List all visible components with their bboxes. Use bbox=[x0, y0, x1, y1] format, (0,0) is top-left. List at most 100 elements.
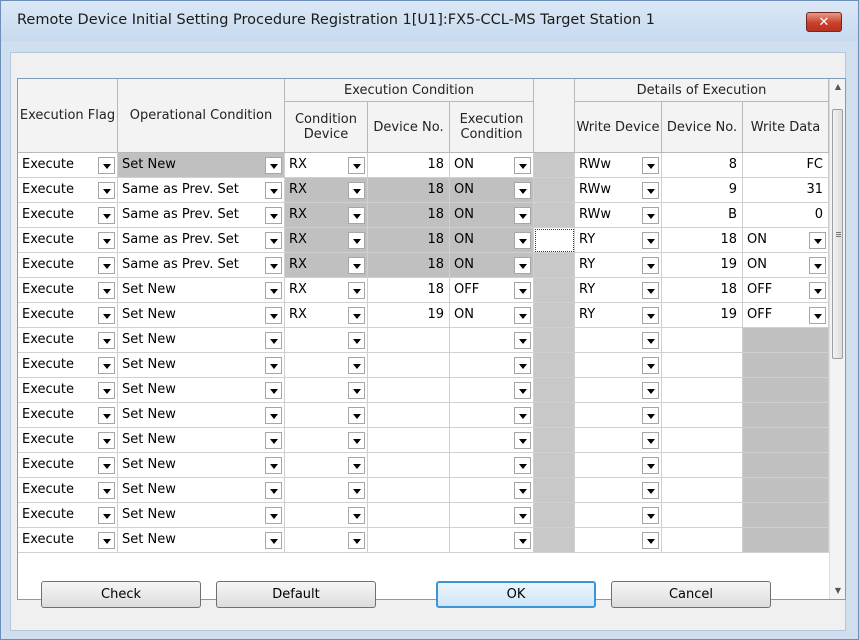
chevron-down-icon[interactable] bbox=[642, 307, 659, 324]
operational-condition-select[interactable]: Set New bbox=[118, 328, 285, 353]
chevron-down-icon[interactable] bbox=[642, 382, 659, 399]
scroll-down-icon[interactable]: ▼ bbox=[830, 583, 845, 599]
execution-condition-select[interactable]: ON bbox=[450, 228, 534, 253]
condition-device-select[interactable]: RX bbox=[285, 228, 368, 253]
separator-cell[interactable] bbox=[534, 303, 575, 328]
chevron-down-icon[interactable] bbox=[348, 282, 365, 299]
ok-button[interactable]: OK bbox=[436, 581, 596, 608]
chevron-down-icon[interactable] bbox=[348, 507, 365, 524]
chevron-down-icon[interactable] bbox=[642, 357, 659, 374]
write-data-cell[interactable] bbox=[743, 353, 829, 378]
chevron-down-icon[interactable] bbox=[98, 357, 115, 374]
write-device-select[interactable]: RY bbox=[575, 303, 662, 328]
execution-flag-select[interactable]: Execute bbox=[18, 278, 118, 303]
scroll-up-icon[interactable]: ▲ bbox=[830, 79, 845, 95]
write-data-cell[interactable]: ON bbox=[743, 253, 829, 278]
write-device-select[interactable]: RWw bbox=[575, 153, 662, 178]
write-device-select[interactable] bbox=[575, 378, 662, 403]
condition-device-select[interactable] bbox=[285, 453, 368, 478]
execution-condition-select[interactable]: ON bbox=[450, 203, 534, 228]
write-device-no-cell[interactable] bbox=[662, 353, 743, 378]
chevron-down-icon[interactable] bbox=[98, 257, 115, 274]
execution-flag-select[interactable]: Execute bbox=[18, 253, 118, 278]
write-device-select[interactable]: RY bbox=[575, 228, 662, 253]
chevron-down-icon[interactable] bbox=[348, 432, 365, 449]
execution-flag-select[interactable]: Execute bbox=[18, 328, 118, 353]
chevron-down-icon[interactable] bbox=[265, 432, 282, 449]
chevron-down-icon[interactable] bbox=[348, 357, 365, 374]
condition-device-select[interactable]: RX bbox=[285, 203, 368, 228]
execution-condition-select[interactable]: ON bbox=[450, 253, 534, 278]
operational-condition-select[interactable]: Same as Prev. Set bbox=[118, 228, 285, 253]
write-device-no-cell[interactable] bbox=[662, 528, 743, 553]
write-device-select[interactable] bbox=[575, 453, 662, 478]
chevron-down-icon[interactable] bbox=[642, 407, 659, 424]
separator-cell[interactable] bbox=[534, 453, 575, 478]
write-device-no-cell[interactable] bbox=[662, 503, 743, 528]
chevron-down-icon[interactable] bbox=[514, 157, 531, 174]
separator-cell[interactable] bbox=[534, 478, 575, 503]
condition-device-no-cell[interactable] bbox=[368, 353, 450, 378]
execution-condition-select[interactable] bbox=[450, 503, 534, 528]
separator-cell[interactable] bbox=[534, 253, 575, 278]
chevron-down-icon[interactable] bbox=[98, 382, 115, 399]
execution-condition-select[interactable] bbox=[450, 353, 534, 378]
write-data-cell[interactable]: 0 bbox=[743, 203, 829, 228]
chevron-down-icon[interactable] bbox=[265, 157, 282, 174]
operational-condition-select[interactable]: Set New bbox=[118, 503, 285, 528]
separator-cell[interactable] bbox=[534, 378, 575, 403]
write-data-cell[interactable] bbox=[743, 378, 829, 403]
write-device-select[interactable] bbox=[575, 403, 662, 428]
chevron-down-icon[interactable] bbox=[514, 232, 531, 249]
chevron-down-icon[interactable] bbox=[514, 307, 531, 324]
execution-flag-select[interactable]: Execute bbox=[18, 453, 118, 478]
chevron-down-icon[interactable] bbox=[348, 382, 365, 399]
write-device-no-cell[interactable]: B bbox=[662, 203, 743, 228]
write-data-cell[interactable] bbox=[743, 503, 829, 528]
execution-condition-select[interactable]: ON bbox=[450, 178, 534, 203]
condition-device-no-cell[interactable]: 18 bbox=[368, 178, 450, 203]
write-device-select[interactable] bbox=[575, 503, 662, 528]
chevron-down-icon[interactable] bbox=[265, 357, 282, 374]
operational-condition-select[interactable]: Set New bbox=[118, 528, 285, 553]
condition-device-no-cell[interactable]: 18 bbox=[368, 153, 450, 178]
write-data-cell[interactable] bbox=[743, 453, 829, 478]
write-data-cell[interactable]: OFF bbox=[743, 278, 829, 303]
chevron-down-icon[interactable] bbox=[265, 457, 282, 474]
execution-condition-select[interactable] bbox=[450, 378, 534, 403]
chevron-down-icon[interactable] bbox=[348, 157, 365, 174]
write-data-cell[interactable] bbox=[743, 328, 829, 353]
condition-device-no-cell[interactable]: 18 bbox=[368, 278, 450, 303]
write-device-no-cell[interactable] bbox=[662, 328, 743, 353]
condition-device-no-cell[interactable] bbox=[368, 328, 450, 353]
operational-condition-select[interactable]: Set New bbox=[118, 353, 285, 378]
chevron-down-icon[interactable] bbox=[265, 382, 282, 399]
chevron-down-icon[interactable] bbox=[642, 532, 659, 549]
chevron-down-icon[interactable] bbox=[98, 507, 115, 524]
execution-flag-select[interactable]: Execute bbox=[18, 203, 118, 228]
chevron-down-icon[interactable] bbox=[514, 457, 531, 474]
condition-device-select[interactable]: RX bbox=[285, 303, 368, 328]
chevron-down-icon[interactable] bbox=[514, 182, 531, 199]
execution-flag-select[interactable]: Execute bbox=[18, 303, 118, 328]
chevron-down-icon[interactable] bbox=[514, 482, 531, 499]
chevron-down-icon[interactable] bbox=[265, 232, 282, 249]
condition-device-no-cell[interactable]: 18 bbox=[368, 228, 450, 253]
execution-condition-select[interactable] bbox=[450, 453, 534, 478]
chevron-down-icon[interactable] bbox=[348, 207, 365, 224]
chevron-down-icon[interactable] bbox=[642, 257, 659, 274]
chevron-down-icon[interactable] bbox=[265, 507, 282, 524]
execution-flag-select[interactable]: Execute bbox=[18, 528, 118, 553]
scroll-thumb[interactable] bbox=[832, 109, 843, 359]
check-button[interactable]: Check bbox=[41, 581, 201, 608]
execution-condition-select[interactable] bbox=[450, 403, 534, 428]
condition-device-select[interactable] bbox=[285, 478, 368, 503]
execution-condition-select[interactable] bbox=[450, 478, 534, 503]
execution-condition-select[interactable] bbox=[450, 428, 534, 453]
operational-condition-select[interactable]: Set New bbox=[118, 453, 285, 478]
chevron-down-icon[interactable] bbox=[265, 257, 282, 274]
chevron-down-icon[interactable] bbox=[348, 182, 365, 199]
condition-device-no-cell[interactable] bbox=[368, 378, 450, 403]
condition-device-select[interactable] bbox=[285, 503, 368, 528]
execution-flag-select[interactable]: Execute bbox=[18, 153, 118, 178]
